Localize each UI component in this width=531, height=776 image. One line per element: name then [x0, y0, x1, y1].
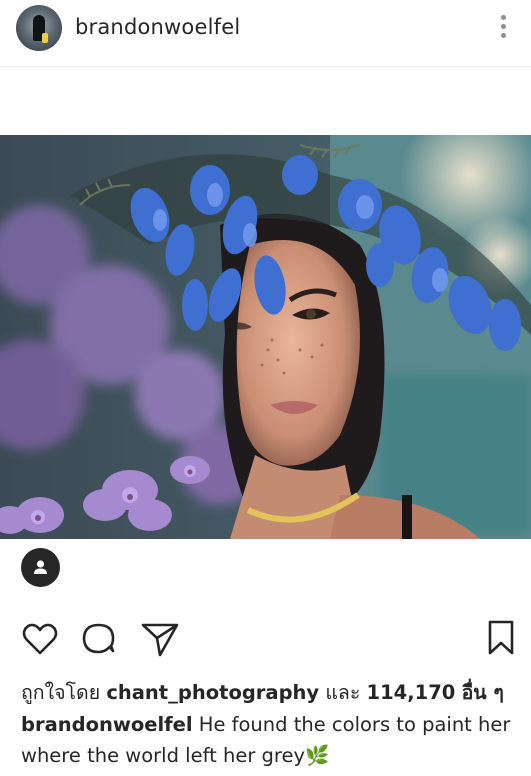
bookmark-icon[interactable] — [488, 620, 528, 660]
heart-icon[interactable] — [21, 620, 61, 660]
person-tag-icon — [34, 560, 47, 574]
post-caption: brandonwoelfel He found the colors to pa… — [21, 709, 521, 771]
post-photo[interactable] — [0, 135, 531, 539]
post-actions — [0, 620, 531, 664]
caption-username[interactable]: brandonwoelfel — [21, 713, 193, 736]
user-avatar[interactable] — [16, 5, 62, 51]
caption-emoji: 🌿 — [305, 744, 330, 767]
post-header: brandonwoelfel — [0, 0, 531, 67]
likes-summary: ถูกใจโดย chant_photography และ 114,170 อ… — [21, 677, 504, 708]
post-username[interactable]: brandonwoelfel — [75, 15, 240, 39]
comment-icon[interactable] — [80, 620, 120, 660]
liker-username[interactable]: chant_photography — [106, 681, 319, 704]
likes-suffix[interactable]: อื่น ๆ — [462, 681, 504, 704]
more-options-icon[interactable] — [494, 12, 514, 42]
likes-count[interactable]: 114,170 — [367, 681, 456, 704]
tagged-users-button[interactable] — [21, 548, 60, 587]
direct-share-icon[interactable] — [140, 620, 180, 660]
likes-connector: และ — [325, 681, 361, 704]
avatar-lantern — [42, 33, 48, 43]
likes-prefix: ถูกใจโดย — [21, 681, 101, 704]
